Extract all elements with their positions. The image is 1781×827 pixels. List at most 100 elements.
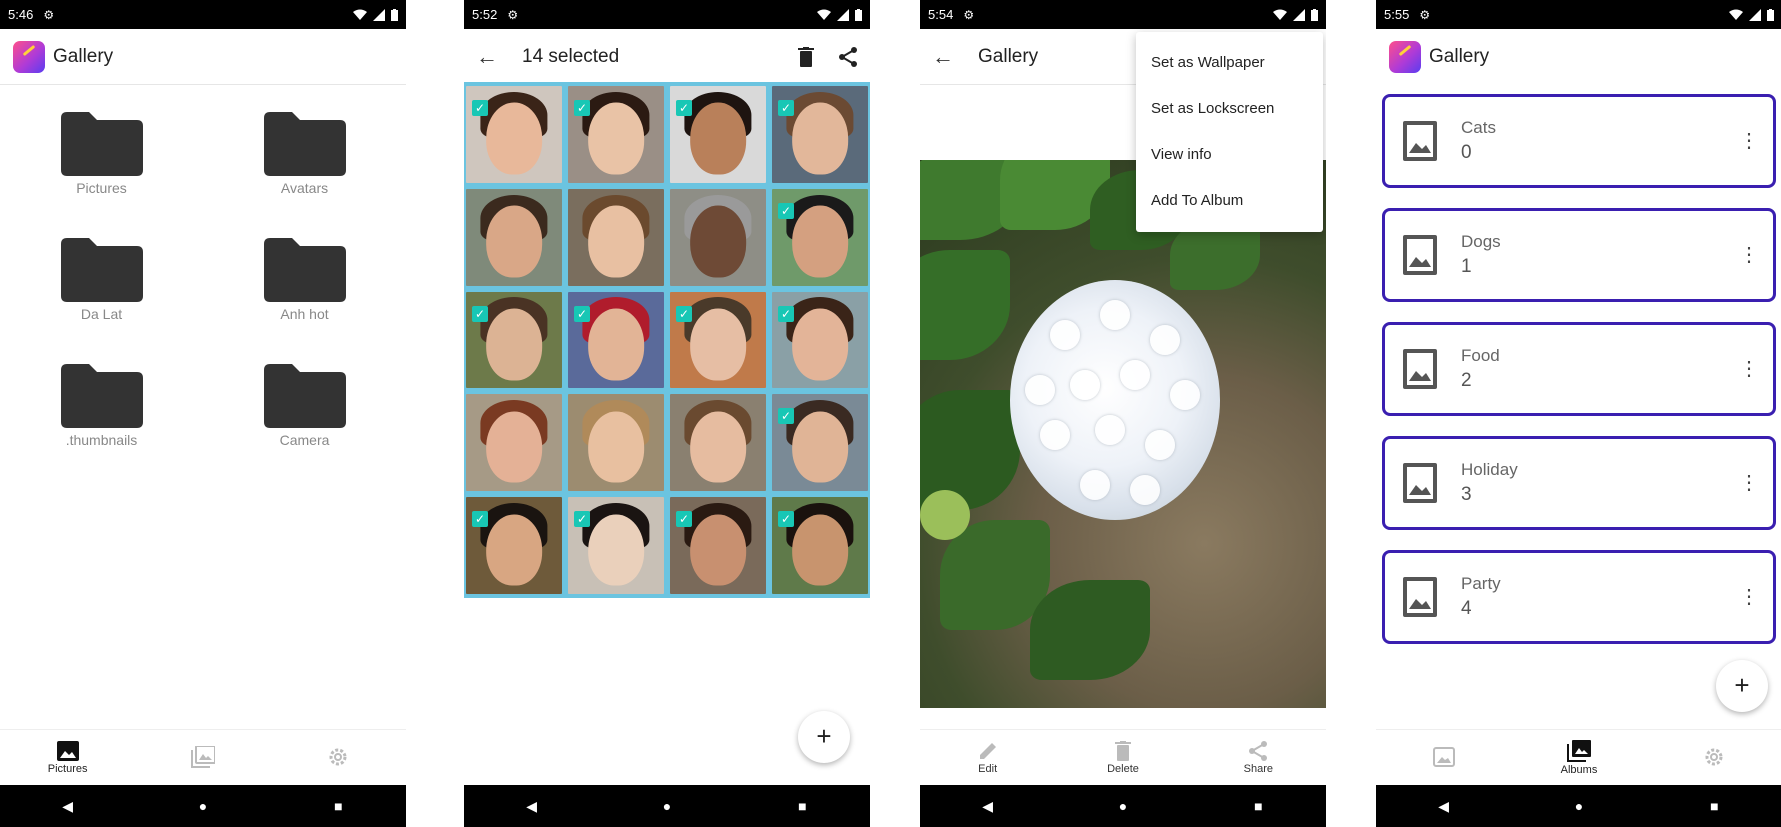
wifi-icon [817,9,831,20]
nav-settings[interactable] [293,746,383,770]
back-nav-icon[interactable]: ◀ [968,798,1008,815]
selected-check-icon[interactable]: ✓ [778,408,794,425]
album-card[interactable]: Dogs 1 ⋮ [1382,208,1776,302]
portrait-thumbnail[interactable]: ✓ [772,291,868,389]
image-icon [1403,463,1437,503]
portrait-thumbnail[interactable]: ✓ [466,86,562,183]
settings-status-icon: ⚙ [963,7,975,22]
nav-pictures[interactable] [1399,746,1489,769]
nav-pictures[interactable]: Pictures [23,740,113,775]
selected-check-icon[interactable]: ✓ [778,100,794,116]
delete-button[interactable]: Delete [1078,740,1168,775]
portrait-thumbnail[interactable]: ✓ [670,291,766,389]
selected-check-icon[interactable]: ✓ [676,305,692,322]
viewer-title: Gallery [978,45,1039,67]
selected-check-icon[interactable]: ✓ [574,511,590,528]
portrait-thumbnail[interactable]: ✓ [670,497,766,594]
more-vert-icon[interactable]: ⋮ [1739,359,1759,379]
delete-label: Delete [1107,762,1139,775]
back-nav-icon[interactable]: ◀ [512,798,552,815]
portrait-thumbnail[interactable]: ✓ [670,86,766,183]
system-navbar: ◀ ● ■ [464,785,870,827]
portrait-thumbnail[interactable]: ✓ [466,497,562,594]
folder-label: Pictures [76,180,127,196]
folder-item[interactable]: Da Lat [0,236,203,322]
portrait-thumbnail[interactable] [466,394,562,492]
selected-check-icon[interactable]: ✓ [574,100,590,116]
portrait-thumbnail[interactable]: ✓ [466,291,562,389]
edit-button[interactable]: Edit [943,741,1033,775]
settings-status-icon: ⚙ [43,7,55,22]
portrait-thumbnail[interactable] [670,188,766,286]
back-arrow-icon[interactable]: ← [476,44,500,70]
portrait-thumbnail[interactable]: ✓ [772,394,868,492]
album-card[interactable]: Food 2 ⋮ [1382,322,1776,416]
portrait-thumbnail[interactable]: ✓ [568,86,664,183]
selected-check-icon[interactable]: ✓ [778,202,794,219]
image-icon [1403,235,1437,275]
system-navbar: ◀ ● ■ [920,785,1326,827]
add-fab-button[interactable]: + [798,711,850,763]
portrait-thumbnail[interactable]: ✓ [772,86,868,183]
recents-nav-icon[interactable]: ■ [782,798,822,814]
folder-item[interactable]: Pictures [0,110,203,196]
selected-check-icon[interactable]: ✓ [574,305,590,322]
nav-settings[interactable] [1669,746,1759,770]
folder-item[interactable]: Avatars [203,110,406,196]
nav-albums[interactable] [158,745,248,770]
gear-icon [1705,748,1723,765]
more-vert-icon[interactable]: ⋮ [1739,245,1759,265]
portrait-thumbnail[interactable] [670,394,766,492]
selected-check-icon[interactable]: ✓ [472,305,488,322]
album-count: 2 [1461,370,1472,391]
menu-item-set-lockscreen[interactable]: Set as Lockscreen [1136,86,1323,132]
portrait-thumbnail[interactable] [466,188,562,286]
album-card[interactable]: Party 4 ⋮ [1382,550,1776,644]
recents-nav-icon[interactable]: ■ [1694,798,1734,814]
selected-check-icon[interactable]: ✓ [676,100,692,116]
portrait-face [792,205,848,278]
menu-item-set-wallpaper[interactable]: Set as Wallpaper [1136,40,1323,86]
add-album-fab-button[interactable]: + [1716,660,1768,712]
menu-item-add-to-album[interactable]: Add To Album [1136,178,1323,224]
portrait-face [486,102,542,175]
selected-check-icon[interactable]: ✓ [778,511,794,528]
share-label: Share [1243,762,1273,775]
home-nav-icon[interactable]: ● [647,798,687,814]
more-vert-icon[interactable]: ⋮ [1739,131,1759,151]
image-icon [1403,577,1437,617]
more-vert-icon[interactable]: ⋮ [1739,473,1759,493]
portrait-thumbnail[interactable] [568,394,664,492]
nav-albums[interactable]: Albums [1534,739,1624,776]
album-card[interactable]: Cats 0 ⋮ [1382,94,1776,188]
home-nav-icon[interactable]: ● [1103,798,1143,814]
hydrangea-photo[interactable] [920,160,1326,708]
recents-nav-icon[interactable]: ■ [318,798,358,814]
album-card[interactable]: Holiday 3 ⋮ [1382,436,1776,530]
back-arrow-icon[interactable]: ← [932,44,956,70]
back-nav-icon[interactable]: ◀ [48,798,88,815]
selected-check-icon[interactable]: ✓ [778,305,794,322]
selected-check-icon[interactable]: ✓ [472,100,488,116]
folder-item[interactable]: .thumbnails [0,362,203,448]
back-nav-icon[interactable]: ◀ [1424,798,1464,815]
more-vert-icon[interactable]: ⋮ [1739,587,1759,607]
portrait-face [486,205,542,278]
share-button[interactable]: Share [1213,740,1303,775]
portrait-thumbnail[interactable]: ✓ [772,497,868,594]
menu-item-view-info[interactable]: View info [1136,132,1323,178]
portrait-thumbnail[interactable]: ✓ [568,497,664,594]
home-nav-icon[interactable]: ● [183,798,223,814]
recents-nav-icon[interactable]: ■ [1238,798,1278,814]
folder-item[interactable]: Anh hot [203,236,406,322]
battery-icon [855,8,862,21]
share-icon[interactable] [838,46,858,67]
portrait-thumbnail[interactable]: ✓ [568,291,664,389]
folder-item[interactable]: Camera [203,362,406,448]
portrait-thumbnail[interactable]: ✓ [772,188,868,286]
portrait-thumbnail[interactable] [568,188,664,286]
trash-icon[interactable] [798,46,814,67]
selected-check-icon[interactable]: ✓ [472,511,488,528]
selected-check-icon[interactable]: ✓ [676,511,692,528]
home-nav-icon[interactable]: ● [1559,798,1599,814]
